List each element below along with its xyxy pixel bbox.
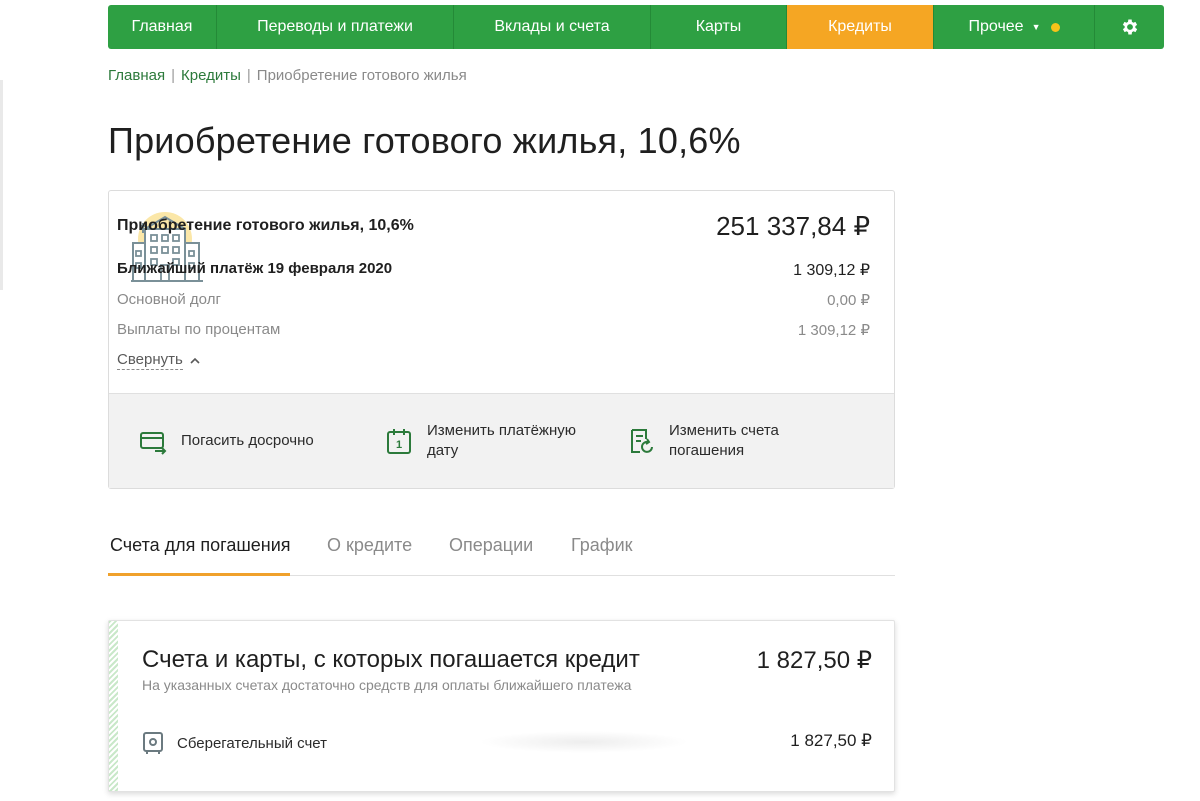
loan-tabs: Счета для погашения О кредите Операции Г… <box>108 530 895 576</box>
nav-item-cards[interactable]: Карты <box>651 5 787 49</box>
left-edge-divider <box>0 80 3 290</box>
nav-item-other[interactable]: Прочее ▼ <box>934 5 1095 49</box>
settings-button[interactable] <box>1095 5 1164 49</box>
principal-label: Основной долг <box>117 291 221 308</box>
account-item[interactable]: Сберегательный счет <box>142 731 327 755</box>
collapse-label: Свернуть <box>117 351 183 370</box>
change-payment-date-button[interactable]: 1 Изменить платёжную дату <box>385 421 595 461</box>
breadcrumb-current: Приобретение готового жилья <box>256 67 467 84</box>
action-label: Погасить досрочно <box>181 432 314 449</box>
card-stripe <box>109 621 118 791</box>
gear-icon <box>1122 19 1137 35</box>
loan-name: Приобретение готового жилья, 10,6% <box>117 217 414 234</box>
next-payment-label: Ближайший платёж 19 февраля 2020 <box>117 260 393 277</box>
calendar-icon: 1 <box>387 429 411 454</box>
account-name: Сберегательный счет <box>177 734 328 752</box>
tab-schedule[interactable]: График <box>571 535 633 556</box>
interest-value: 1 309,12 ₽ <box>797 322 870 339</box>
main-nav: Главная Переводы и платежи Вклады и счет… <box>108 5 1164 49</box>
breadcrumb-separator: | <box>171 67 175 84</box>
principal-value: 0,00 ₽ <box>827 292 870 309</box>
breadcrumb-separator: | <box>246 67 251 84</box>
next-payment-value: 1 309,12 ₽ <box>793 262 870 279</box>
nav-item-home[interactable]: Главная <box>108 5 217 49</box>
nav-item-label: Главная <box>131 18 193 35</box>
accounts-total: 1 827,50 ₽ <box>756 647 872 674</box>
breadcrumb-home[interactable]: Главная <box>108 67 165 84</box>
svg-text:1: 1 <box>396 439 402 451</box>
action-label: Изменить счета погашения <box>669 422 779 459</box>
accounts-subtitle: На указанных счетах достаточно средств д… <box>142 677 632 693</box>
active-tab-indicator <box>108 573 290 576</box>
nav-item-credits[interactable]: Кредиты <box>787 5 934 49</box>
interest-label: Выплаты по процентам <box>117 321 281 338</box>
breadcrumb-credits[interactable]: Кредиты <box>181 67 241 84</box>
accounts-title: Счета и карты, с которых погашается кред… <box>142 646 640 673</box>
card-repay-icon <box>140 432 167 455</box>
page-title: Приобретение готового жилья, 10,6% <box>108 120 741 161</box>
masked-account-number <box>479 731 689 753</box>
chevron-up-icon <box>190 357 200 364</box>
document-refresh-icon <box>631 429 653 453</box>
loan-total-amount: 251 337,84 ₽ <box>716 211 870 241</box>
tab-about-credit[interactable]: О кредите <box>327 535 412 556</box>
repay-early-button[interactable]: Погасить досрочно <box>139 427 314 455</box>
nav-item-label: Кредиты <box>828 18 892 35</box>
safe-icon <box>143 732 163 754</box>
action-label: Изменить платёжную дату <box>427 422 576 459</box>
change-repayment-accounts-button[interactable]: Изменить счета погашения <box>627 421 827 461</box>
caret-down-icon: ▼ <box>1031 22 1041 32</box>
nav-item-label: Карты <box>695 18 742 35</box>
nav-item-transfers[interactable]: Переводы и платежи <box>217 5 454 49</box>
nav-item-label: Переводы и платежи <box>257 18 413 35</box>
repayment-accounts-card: Счета и карты, с которых погашается кред… <box>108 620 895 792</box>
notification-dot-icon <box>1050 22 1060 32</box>
nav-item-label: Вклады и счета <box>494 18 610 35</box>
account-balance: 1 827,50 ₽ <box>790 731 872 750</box>
tab-operations[interactable]: Операции <box>449 535 533 556</box>
nav-item-deposits[interactable]: Вклады и счета <box>454 5 651 49</box>
loan-actions-bar: Погасить досрочно 1 Изменить платёжную д… <box>109 393 894 488</box>
tab-repayment-accounts[interactable]: Счета для погашения <box>110 535 291 556</box>
breadcrumb: Главная | Кредиты | Приобретение готовог… <box>108 67 467 84</box>
nav-item-label: Прочее <box>968 18 1024 35</box>
collapse-toggle[interactable]: Свернуть <box>117 351 200 370</box>
